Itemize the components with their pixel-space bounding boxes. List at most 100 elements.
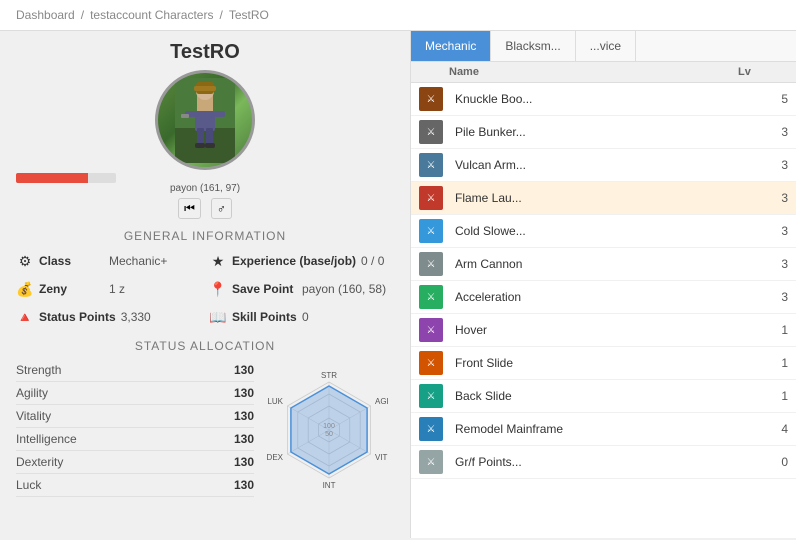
- skill-pts-icon: 📖: [209, 308, 227, 326]
- skill-name: Pile Bunker...: [449, 125, 738, 139]
- svg-text:DEX: DEX: [267, 453, 284, 462]
- skill-name: Hover: [449, 323, 738, 337]
- zeny-icon: 💰: [16, 280, 34, 298]
- col-level: Lv: [738, 66, 788, 78]
- save-label: Save Point: [232, 282, 297, 296]
- skill-name: Back Slide: [449, 389, 738, 403]
- stat-row-agility[interactable]: Agility130: [16, 382, 254, 405]
- skill-row[interactable]: ⚔ Front Slide 1: [411, 347, 796, 380]
- main-layout: TestRO: [0, 31, 796, 538]
- skill-row[interactable]: ⚔ Cold Slowe... 3: [411, 215, 796, 248]
- skill-row[interactable]: ⚔ Acceleration 3: [411, 281, 796, 314]
- skill-row[interactable]: ⚔ Hover 1: [411, 314, 796, 347]
- right-panel: MechanicBlacksm......vice Name Lv ⚔ Knuc…: [410, 31, 796, 538]
- tab-blacksmith[interactable]: Blacksm...: [491, 31, 575, 61]
- char-name: TestRO: [16, 41, 394, 64]
- radar-svg: STR AGI VIT INT DEX LUK 100 50: [264, 368, 394, 488]
- save-icon: 📍: [209, 280, 227, 298]
- gender-icon[interactable]: ♂: [211, 198, 232, 219]
- skill-level: 4: [738, 422, 788, 436]
- svg-text:AGI: AGI: [375, 397, 389, 406]
- avatar-wrap: [155, 70, 255, 170]
- skill-level: 3: [738, 257, 788, 271]
- status-points-row: 🔺 Status Points 3,330: [16, 305, 201, 329]
- svg-text:100: 100: [323, 423, 335, 430]
- svg-text:LUK: LUK: [267, 397, 283, 406]
- skill-name: Vulcan Arm...: [449, 158, 738, 172]
- skill-points-row: 📖 Skill Points 0: [209, 305, 394, 329]
- col-name: Name: [449, 66, 738, 78]
- save-point-row: 📍 Save Point payon (160, 58): [209, 277, 394, 301]
- skill-pts-value: 0: [302, 310, 309, 324]
- class-label: Class: [39, 254, 104, 268]
- status-pts-label: Status Points: [39, 310, 116, 324]
- skills-table-header: Name Lv: [411, 62, 796, 83]
- svg-text:VIT: VIT: [375, 453, 388, 462]
- skill-tabs: MechanicBlacksm......vice: [411, 31, 796, 62]
- stat-row-strength[interactable]: Strength130: [16, 359, 254, 382]
- status-alloc-title: STATUS ALLOCATION: [16, 339, 394, 353]
- status-pts-value: 3,330: [121, 310, 151, 324]
- skill-row[interactable]: ⚔ Gr/f Points... 0: [411, 446, 796, 479]
- skill-name: Flame Lau...: [449, 191, 738, 205]
- zeny-label: Zeny: [39, 282, 104, 296]
- skill-name: Gr/f Points...: [449, 455, 738, 469]
- class-row: ⚙ Class Mechanic+: [16, 249, 201, 273]
- skill-level: 1: [738, 356, 788, 370]
- svg-text:STR: STR: [321, 371, 337, 380]
- char-sprite: [175, 78, 235, 163]
- avatar: [155, 70, 255, 170]
- skill-pts-label: Skill Points: [232, 310, 297, 324]
- stat-row-luck[interactable]: Luck130: [16, 474, 254, 497]
- svg-text:INT: INT: [323, 481, 336, 488]
- skill-icon: ⚔: [419, 153, 443, 177]
- stat-row-dexterity[interactable]: Dexterity130: [16, 451, 254, 474]
- skill-icon: ⚔: [419, 252, 443, 276]
- breadcrumb-dashboard[interactable]: Dashboard: [16, 8, 75, 22]
- tab-mechanic[interactable]: Mechanic: [411, 31, 491, 61]
- skill-name: Acceleration: [449, 290, 738, 304]
- skill-row[interactable]: ⚔ Vulcan Arm... 3: [411, 149, 796, 182]
- breadcrumb: Dashboard / testaccount Characters / Tes…: [0, 0, 796, 31]
- skill-icon: ⚔: [419, 219, 443, 243]
- skill-icon: ⚔: [419, 186, 443, 210]
- skill-name: Remodel Mainframe: [449, 422, 738, 436]
- skill-name: Arm Cannon: [449, 257, 738, 271]
- status-pts-icon: 🔺: [16, 308, 34, 326]
- skill-level: 3: [738, 125, 788, 139]
- tab-device[interactable]: ...vice: [576, 31, 636, 61]
- zeny-row: 💰 Zeny 1 z: [16, 277, 201, 301]
- skill-row[interactable]: ⚔ Arm Cannon 3: [411, 248, 796, 281]
- prev-button[interactable]: ⏮: [178, 198, 201, 219]
- stat-row-intelligence[interactable]: Intelligence130: [16, 428, 254, 451]
- skill-icon: ⚔: [419, 285, 443, 309]
- skills-list[interactable]: ⚔ Knuckle Boo... 5 ⚔ Pile Bunker... 3 ⚔ …: [411, 83, 796, 538]
- skill-row[interactable]: ⚔ Flame Lau... 3: [411, 182, 796, 215]
- skill-level: 3: [738, 191, 788, 205]
- radar-chart: STR AGI VIT INT DEX LUK 100 50: [264, 368, 394, 488]
- skill-row[interactable]: ⚔ Knuckle Boo... 5: [411, 83, 796, 116]
- exp-value: 0 / 0: [361, 254, 384, 268]
- hp-bar: [16, 173, 116, 183]
- skill-row[interactable]: ⚔ Back Slide 1: [411, 380, 796, 413]
- breadcrumb-characters[interactable]: testaccount Characters: [90, 8, 213, 22]
- skill-level: 5: [738, 92, 788, 106]
- char-header: TestRO: [16, 41, 394, 219]
- stats-layout: Strength130Agility130Vitality130Intellig…: [16, 359, 394, 497]
- hp-text: payon (161, 97): [16, 183, 394, 194]
- char-controls: ⏮ ♂: [16, 198, 394, 219]
- skill-row[interactable]: ⚔ Pile Bunker... 3: [411, 116, 796, 149]
- svg-text:50: 50: [325, 431, 333, 438]
- skill-icon: ⚔: [419, 87, 443, 111]
- skill-name: Front Slide: [449, 356, 738, 370]
- skill-name: Cold Slowe...: [449, 224, 738, 238]
- skill-icon: ⚔: [419, 120, 443, 144]
- skill-level: 1: [738, 389, 788, 403]
- class-icon: ⚙: [16, 252, 34, 270]
- skill-name: Knuckle Boo...: [449, 92, 738, 106]
- skill-level: 3: [738, 290, 788, 304]
- skill-level: 3: [738, 224, 788, 238]
- stats-list: Strength130Agility130Vitality130Intellig…: [16, 359, 254, 497]
- skill-row[interactable]: ⚔ Remodel Mainframe 4: [411, 413, 796, 446]
- stat-row-vitality[interactable]: Vitality130: [16, 405, 254, 428]
